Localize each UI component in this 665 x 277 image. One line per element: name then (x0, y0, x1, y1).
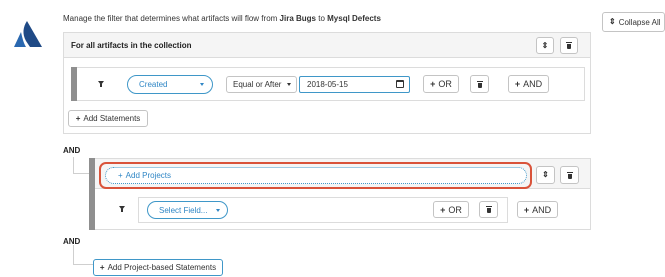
tree-connector (73, 173, 89, 174)
field-select-value: Created (139, 80, 168, 89)
or-label: OR (438, 79, 452, 89)
collection-title: For all artifacts in the collection (71, 41, 192, 50)
or-button[interactable]: + OR (423, 75, 459, 93)
atlassian-logo-icon (13, 21, 43, 47)
calendar-icon[interactable] (396, 80, 404, 88)
date-value: 2018-05-15 (307, 80, 348, 89)
expand-collapse-icon: ⇕ (609, 17, 616, 26)
trash-icon (476, 80, 483, 88)
filter-icon (98, 81, 104, 87)
chevron-down-icon (200, 83, 204, 86)
plus-icon: + (99, 263, 105, 272)
tree-connector (73, 157, 74, 174)
chevron-down-icon (216, 209, 220, 212)
plus-icon: + (440, 204, 446, 215)
and-label: AND (523, 79, 543, 89)
source-name: Jira Bugs (279, 14, 316, 23)
collapse-all-button[interactable]: ⇕ Collapse All (602, 12, 665, 32)
add-projects-button[interactable]: + Add Projects (105, 167, 527, 184)
plus-icon: + (514, 79, 521, 89)
trash-icon (566, 171, 573, 179)
expand-collapse-icon: ⇕ (542, 170, 549, 179)
expand-collapse-icon: ⇕ (541, 40, 549, 50)
collapse-all-label: Collapse All (618, 17, 661, 27)
select-field-placeholder: Select Field... (159, 205, 208, 215)
date-input[interactable]: 2018-05-15 (299, 76, 410, 93)
trash-icon (566, 42, 572, 49)
or-label: OR (448, 204, 462, 215)
add-statements-label: Add Statements (83, 114, 141, 123)
add-project-based-label: Add Project-based Statements (107, 263, 217, 272)
tree-connector (73, 245, 74, 265)
project-collapse-button[interactable]: ⇕ (536, 166, 555, 184)
description-connector: to (316, 14, 328, 23)
statement-drag-bar[interactable] (71, 67, 77, 101)
add-statements-button[interactable]: + Add Statements (68, 110, 148, 127)
description-prefix: Manage the filter that determines what a… (63, 14, 280, 23)
and-connector-label: AND (63, 146, 81, 155)
project-and-button[interactable]: + AND (517, 201, 558, 218)
project-statement-delete-button[interactable] (479, 201, 498, 218)
filter-description: Manage the filter that determines what a… (63, 14, 381, 23)
and-label: AND (532, 204, 552, 215)
collection-collapse-button[interactable]: ⇕ (536, 37, 554, 54)
project-or-button[interactable]: + OR (433, 201, 469, 218)
plus-icon: + (523, 204, 530, 215)
plus-icon: + (75, 114, 81, 123)
collection-delete-button[interactable] (560, 37, 578, 54)
operator-value: Equal or After (233, 80, 282, 89)
plus-icon: + (430, 79, 436, 89)
trash-icon (485, 206, 492, 213)
target-name: Mysql Defects (327, 14, 381, 23)
plus-icon: + (118, 171, 123, 180)
filter-icon (119, 206, 125, 212)
and-button[interactable]: + AND (508, 75, 549, 93)
add-project-based-statements-button[interactable]: + Add Project-based Statements (93, 259, 223, 276)
statement-delete-button[interactable] (470, 75, 489, 93)
tree-connector (73, 264, 93, 265)
and-connector-label: AND (63, 237, 81, 246)
project-delete-button[interactable] (560, 166, 579, 184)
add-projects-label: Add Projects (125, 171, 172, 180)
chevron-down-icon (287, 83, 291, 86)
